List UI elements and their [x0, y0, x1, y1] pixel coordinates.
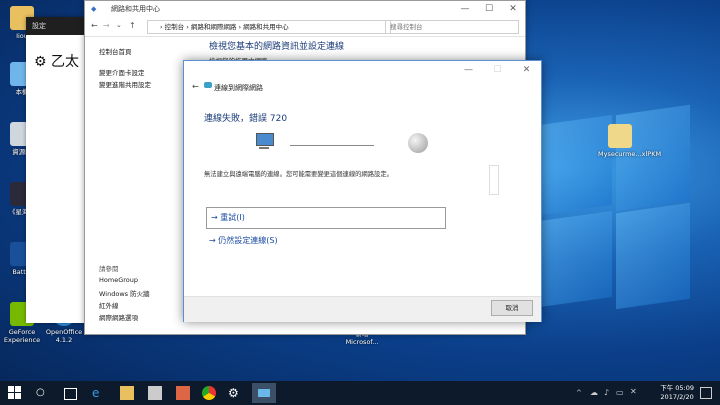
arrow-right-icon: →	[209, 236, 216, 245]
window-title-bar[interactable]: ◆ 網路和共用中心 — ☐ ✕	[85, 1, 525, 18]
search-input[interactable]: 搜尋控制台	[385, 20, 519, 34]
task-view-icon[interactable]	[64, 388, 77, 400]
connect-dialog: — ☐ ✕ ← 連線到網際網路 連線失敗，錯誤 720 無法建立與遠端電腦的連線…	[183, 60, 542, 322]
chrome-icon[interactable]	[202, 386, 216, 400]
error-heading: 連線失敗，錯誤 720	[204, 114, 288, 124]
search-icon[interactable]: ○	[36, 386, 50, 400]
nav-advanced-sharing[interactable]: 變更進階共用設定	[99, 79, 151, 89]
network-window-taskbar-button[interactable]	[252, 383, 276, 403]
see-also-internet-options[interactable]: 網際網路選項	[99, 312, 138, 322]
dialup-icon	[204, 82, 212, 88]
breadcrumb[interactable]: › 控制台 › 網路和網際網路 › 網路和共用中心	[147, 20, 391, 34]
clock[interactable]: 下午 05:09 2017/2/20	[660, 384, 694, 402]
scrollbar[interactable]	[489, 165, 499, 195]
retry-button[interactable]: → 重試(I)	[206, 207, 446, 229]
connection-line	[290, 145, 374, 146]
dialog-close-button[interactable]: ✕	[512, 61, 541, 79]
forward-icon[interactable]: →	[103, 21, 110, 30]
minimize-button[interactable]: —	[453, 1, 477, 18]
up-icon[interactable]: ↑	[129, 21, 136, 30]
gear-icon: ⚙	[34, 54, 47, 70]
dialog-maximize-button[interactable]: ☐	[483, 61, 512, 79]
desktop-icon-file[interactable]: Mysecurme...xlPKM	[598, 124, 661, 158]
volume-icon[interactable]: ♪	[604, 388, 609, 397]
dialog-footer: 取消	[184, 296, 541, 322]
cancel-button[interactable]: 取消	[491, 300, 533, 316]
cloud-icon[interactable]: ☁	[590, 388, 598, 397]
action-center-icon[interactable]	[700, 387, 712, 399]
edge-icon[interactable]: e	[92, 386, 106, 400]
nav-control-panel-home[interactable]: 控制台首頁	[99, 46, 132, 56]
arrow-right-icon: →	[211, 213, 218, 222]
globe-icon	[408, 133, 428, 153]
file-explorer-icon[interactable]	[120, 386, 134, 400]
media-icon[interactable]	[176, 386, 190, 400]
start-button[interactable]	[8, 386, 22, 400]
address-bar: ← → ⌄ ↑ › 控制台 › 網路和網際網路 › 網路和共用中心 搜尋控制台	[85, 18, 525, 37]
chevron-down-icon[interactable]: ⌄	[116, 21, 122, 29]
taskbar: ○ e ⚙ ^ ☁ ♪ ▭ ✕ 下午 05:09 2017/2/20	[0, 381, 720, 405]
settings-gear-icon[interactable]: ⚙	[228, 386, 242, 400]
error-message: 無法建立與遠端電腦的連線。您可能需要變更這個連線的網路設定。	[204, 171, 393, 178]
network-icon: ◆	[91, 5, 97, 13]
see-also-infrared[interactable]: 紅外線	[99, 300, 119, 310]
see-also-title: 請參閱	[99, 265, 119, 273]
file-icon	[608, 124, 632, 148]
close-button[interactable]: ✕	[501, 1, 525, 18]
dialog-minimize-button[interactable]: —	[454, 61, 483, 79]
back-arrow-icon[interactable]: ←	[192, 82, 199, 91]
window-title: 網路和共用中心	[111, 5, 160, 13]
notification-icon[interactable]: ✕	[630, 387, 637, 396]
back-icon[interactable]: ←	[91, 21, 98, 30]
network-status-icon[interactable]: ▭	[616, 388, 624, 397]
nav-change-adapter[interactable]: 變更介面卡設定	[99, 67, 145, 77]
maximize-button[interactable]: ☐	[477, 1, 501, 18]
computer-icon	[256, 133, 276, 149]
store-icon[interactable]	[148, 386, 162, 400]
see-also-firewall[interactable]: Windows 防火牆	[99, 288, 150, 298]
chevron-up-icon[interactable]: ^	[576, 389, 582, 397]
settings-header: ⚙ 乙太	[34, 54, 80, 70]
see-also-homegroup[interactable]: HomeGroup	[99, 276, 138, 284]
setup-anyway-link[interactable]: → 仍然設定連線(S)	[209, 235, 278, 246]
page-title: 檢視您基本的網路資訊並設定連線	[209, 42, 345, 52]
dialog-title: 連線到網際網路	[214, 84, 263, 92]
